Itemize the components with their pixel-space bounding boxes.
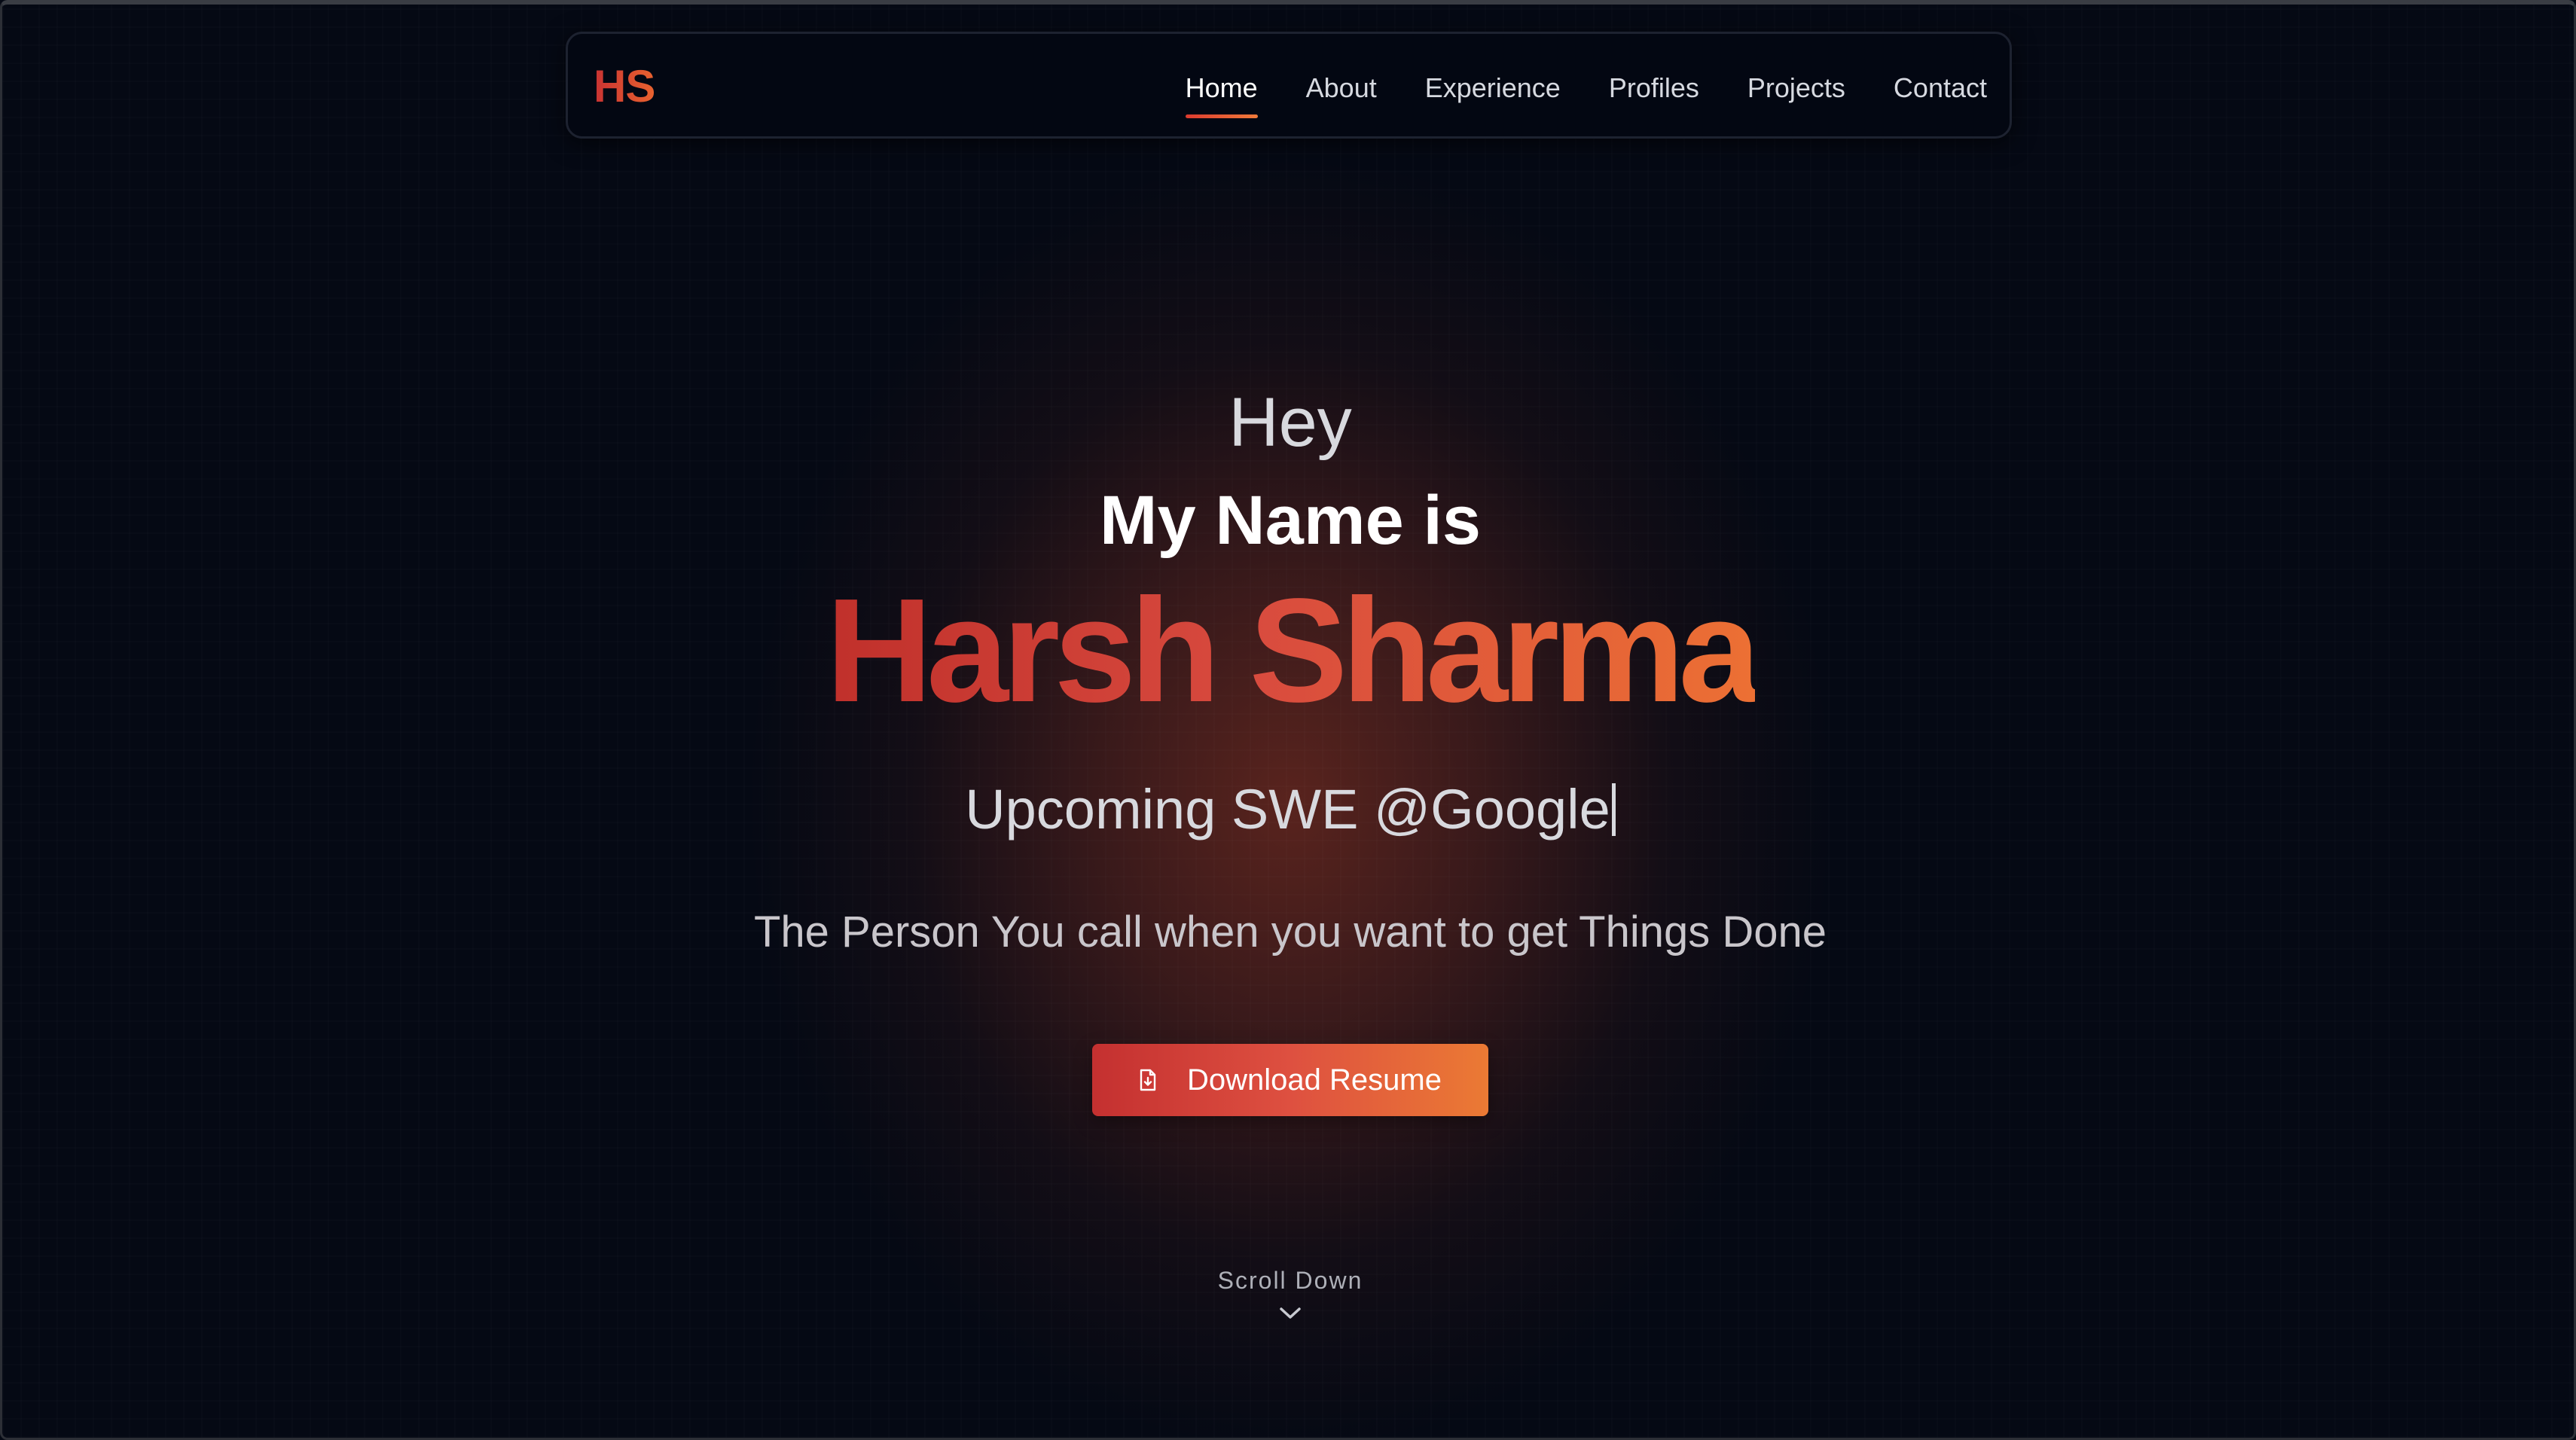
hero-name-wrapper: Harsh Sharma <box>2 568 2574 734</box>
nav-links: Home About Experience Profiles Projects … <box>1185 72 1987 118</box>
hero-role-text: Upcoming SWE @Google <box>965 778 1610 841</box>
download-resume-button[interactable]: Download Resume <box>1092 1044 1488 1116</box>
hero-name: Harsh Sharma <box>826 568 1760 733</box>
cta-wrapper: Download Resume <box>2 1044 2574 1116</box>
chevron-down-icon <box>1280 1307 1301 1319</box>
hero-greeting: Hey <box>1228 384 1352 461</box>
hero-tagline: The Person You call when you want to get… <box>753 908 1827 956</box>
scroll-down-label: Scroll Down <box>1217 1267 1363 1294</box>
hero-intro: My Name is <box>1099 482 1482 559</box>
logo[interactable]: HS <box>594 59 655 114</box>
navbar: HS Home About Experience Profiles Projec… <box>566 32 2012 139</box>
hero-role: Upcoming SWE @Google <box>2 776 2574 844</box>
file-download-icon <box>1140 1069 1156 1091</box>
nav-item-projects[interactable]: Projects <box>1747 72 1845 105</box>
browser-viewport: HS Home About Experience Profiles Projec… <box>0 0 2576 1440</box>
typing-cursor <box>1611 783 1616 836</box>
nav-item-home[interactable]: Home <box>1185 72 1258 118</box>
download-resume-label: Download Resume <box>1187 1063 1442 1097</box>
scroll-down-indicator[interactable]: Scroll Down <box>2 1265 2574 1325</box>
nav-item-contact[interactable]: Contact <box>1894 72 1987 105</box>
nav-item-about[interactable]: About <box>1306 72 1377 105</box>
nav-item-profiles[interactable]: Profiles <box>1609 72 1699 105</box>
nav-item-experience[interactable]: Experience <box>1425 72 1561 105</box>
